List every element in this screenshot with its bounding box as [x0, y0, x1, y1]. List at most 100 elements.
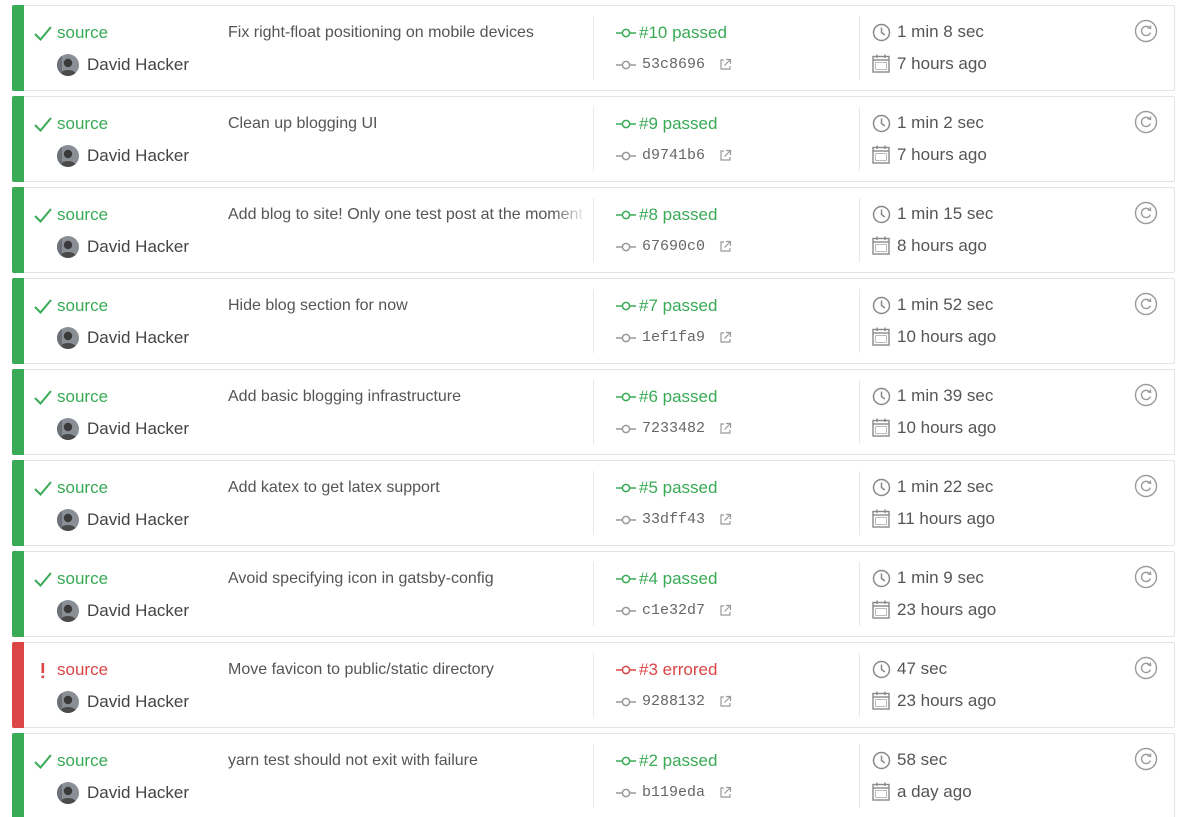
restart-build-icon[interactable] — [1134, 656, 1158, 680]
commit-sha-link[interactable]: 67690c0 — [642, 236, 705, 258]
check-icon — [33, 22, 53, 44]
branch-name[interactable]: source — [57, 477, 108, 499]
restart-build-icon[interactable] — [1134, 201, 1158, 225]
author-name: David Hacker — [87, 692, 190, 711]
build-row[interactable]: source David Hacker Hide blog section fo… — [12, 278, 1175, 364]
calendar-icon — [872, 509, 890, 528]
external-link-icon[interactable] — [719, 58, 732, 71]
build-number-status[interactable]: #2 passed — [639, 750, 717, 772]
branch-name[interactable]: source — [57, 295, 108, 317]
column-divider — [859, 653, 860, 717]
build-duration: 1 min 2 sec — [897, 113, 984, 132]
column-divider — [593, 471, 594, 535]
build-row[interactable]: source David Hacker Avoid specifying ico… — [12, 551, 1175, 637]
build-number-status[interactable]: #5 passed — [639, 477, 717, 499]
restart-build-icon[interactable] — [1134, 565, 1158, 589]
build-duration: 1 min 39 sec — [897, 386, 994, 405]
commit-icon — [616, 239, 636, 255]
build-number-status[interactable]: #7 passed — [639, 295, 717, 317]
build-row[interactable]: source David Hacker Move favicon to publ… — [12, 642, 1175, 728]
column-divider — [859, 16, 860, 80]
commit-message: Avoid specifying icon in gatsby-config — [228, 570, 494, 587]
clock-icon — [872, 751, 891, 770]
column-divider — [859, 471, 860, 535]
commit-icon — [616, 421, 636, 437]
column-divider — [593, 289, 594, 353]
branch-name[interactable]: source — [57, 750, 108, 772]
finished-time: a day ago — [897, 782, 972, 801]
avatar — [57, 145, 79, 167]
check-icon — [33, 295, 53, 317]
commit-sha-link[interactable]: 53c8696 — [642, 54, 705, 76]
build-row[interactable]: source David Hacker Add katex to get lat… — [12, 460, 1175, 546]
build-duration: 1 min 52 sec — [897, 295, 994, 314]
build-node-icon — [616, 116, 636, 132]
branch-name[interactable]: source — [57, 204, 108, 226]
external-link-icon[interactable] — [719, 604, 732, 617]
build-number-status[interactable]: #10 passed — [639, 22, 727, 44]
external-link-icon[interactable] — [719, 422, 732, 435]
branch-name[interactable]: source — [57, 386, 108, 408]
author-name: David Hacker — [87, 328, 190, 347]
check-icon — [33, 750, 53, 772]
check-icon — [33, 113, 53, 135]
build-row[interactable]: source David Hacker Add blog to site! On… — [12, 187, 1175, 273]
build-row[interactable]: source David Hacker Clean up blogging UI… — [12, 96, 1175, 182]
calendar-icon — [872, 236, 890, 255]
commit-sha-link[interactable]: d9741b6 — [642, 145, 705, 167]
commit-sha-link[interactable]: 9288132 — [642, 691, 705, 713]
build-duration: 1 min 22 sec — [897, 477, 994, 496]
commit-sha-link[interactable]: 7233482 — [642, 418, 705, 440]
build-state-bar — [12, 733, 24, 817]
clock-icon — [872, 478, 891, 497]
commit-sha-link[interactable]: c1e32d7 — [642, 600, 705, 622]
external-link-icon[interactable] — [719, 786, 732, 799]
restart-build-icon[interactable] — [1134, 383, 1158, 407]
build-state-bar — [12, 460, 24, 546]
build-number-status[interactable]: #8 passed — [639, 204, 717, 226]
restart-build-icon[interactable] — [1134, 110, 1158, 134]
finished-time: 7 hours ago — [897, 54, 987, 73]
build-row[interactable]: source David Hacker Fix right-float posi… — [12, 5, 1175, 91]
avatar — [57, 509, 79, 531]
build-node-icon — [616, 25, 636, 41]
author-name: David Hacker — [87, 601, 190, 620]
build-row[interactable]: source David Hacker Add basic blogging i… — [12, 369, 1175, 455]
build-number-status[interactable]: #9 passed — [639, 113, 717, 135]
build-state-bar — [12, 5, 24, 91]
build-duration: 58 sec — [897, 750, 948, 769]
restart-build-icon[interactable] — [1134, 747, 1158, 771]
branch-name[interactable]: source — [57, 568, 108, 590]
column-divider — [593, 107, 594, 171]
finished-time: 7 hours ago — [897, 145, 987, 164]
external-link-icon[interactable] — [719, 513, 732, 526]
finished-time: 23 hours ago — [897, 691, 997, 710]
calendar-icon — [872, 691, 890, 710]
finished-time: 10 hours ago — [897, 327, 997, 346]
build-state-bar — [12, 278, 24, 364]
avatar — [57, 327, 79, 349]
column-divider — [593, 562, 594, 626]
build-number-status[interactable]: #3 errored — [639, 659, 717, 681]
build-number-status[interactable]: #4 passed — [639, 568, 717, 590]
build-duration: 47 sec — [897, 659, 948, 678]
clock-icon — [872, 569, 891, 588]
build-node-icon — [616, 298, 636, 314]
build-row[interactable]: source David Hacker yarn test should not… — [12, 733, 1175, 817]
external-link-icon[interactable] — [719, 331, 732, 344]
branch-name[interactable]: source — [57, 22, 108, 44]
external-link-icon[interactable] — [719, 240, 732, 253]
restart-build-icon[interactable] — [1134, 19, 1158, 43]
branch-name[interactable]: source — [57, 659, 108, 681]
build-number-status[interactable]: #6 passed — [639, 386, 717, 408]
commit-sha-link[interactable]: b119eda — [642, 782, 705, 804]
commit-sha-link[interactable]: 1ef1fa9 — [642, 327, 705, 349]
external-link-icon[interactable] — [719, 695, 732, 708]
build-state-bar — [12, 642, 24, 728]
branch-name[interactable]: source — [57, 113, 108, 135]
restart-build-icon[interactable] — [1134, 474, 1158, 498]
restart-build-icon[interactable] — [1134, 292, 1158, 316]
external-link-icon[interactable] — [719, 149, 732, 162]
commit-message: Move favicon to public/static directory — [228, 661, 494, 678]
commit-sha-link[interactable]: 33dff43 — [642, 509, 705, 531]
